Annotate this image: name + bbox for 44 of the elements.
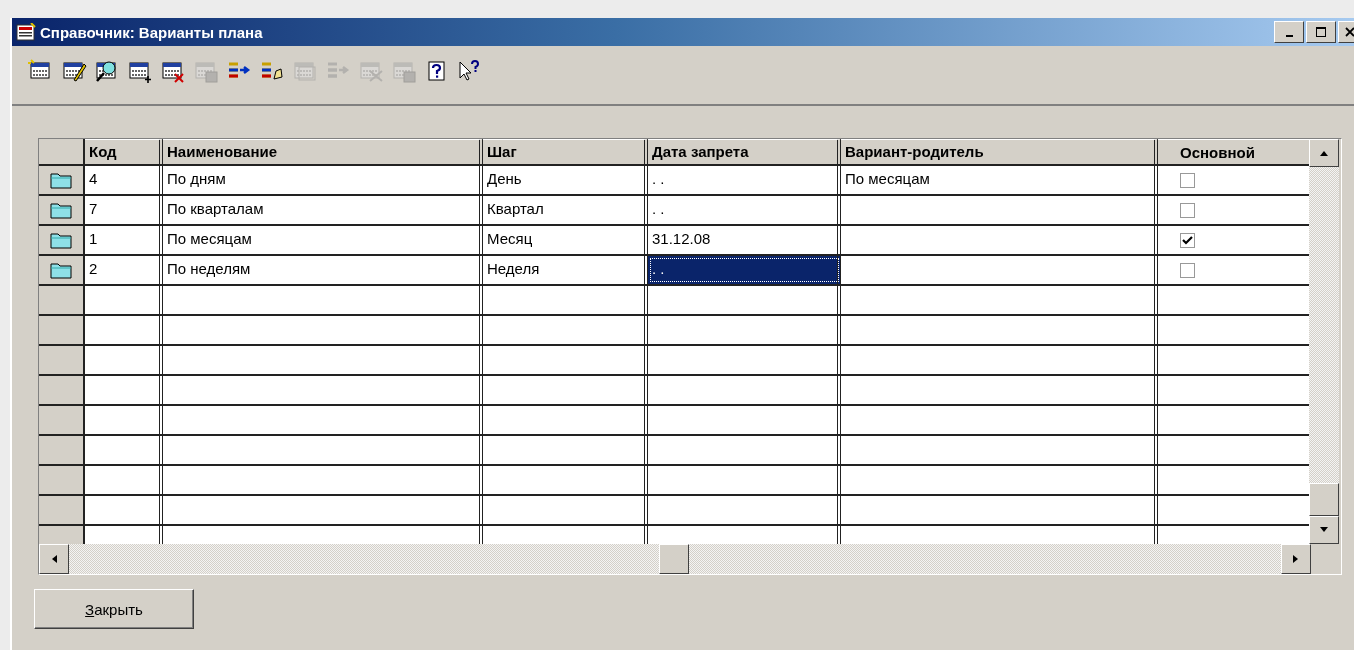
checkbox[interactable] bbox=[1180, 172, 1195, 188]
table-cell: Квартал bbox=[483, 196, 648, 224]
window-title: Справочник: Варианты плана bbox=[40, 23, 263, 41]
table-cell[interactable]: . . bbox=[648, 196, 841, 224]
scroll-right-button[interactable] bbox=[1281, 544, 1311, 574]
caret-right-icon bbox=[1293, 554, 1299, 564]
minimize-button[interactable] bbox=[1274, 21, 1304, 43]
table-cell: По месяцам bbox=[163, 226, 483, 254]
caret-up-icon bbox=[1319, 150, 1329, 156]
table-cell: По месяцам bbox=[841, 166, 1158, 194]
table-cell[interactable]: . . bbox=[648, 256, 841, 284]
column-header[interactable]: Шаг bbox=[483, 139, 648, 164]
folder-icon bbox=[50, 231, 72, 249]
folder-icon bbox=[50, 201, 72, 219]
vertical-scrollbar[interactable] bbox=[1309, 139, 1339, 544]
close-icon bbox=[1345, 27, 1354, 37]
maximize-icon bbox=[1316, 27, 1326, 37]
caret-left-icon bbox=[51, 554, 57, 564]
checkbox[interactable] bbox=[1180, 202, 1195, 218]
maximize-button[interactable] bbox=[1306, 21, 1336, 43]
table-cell: По кварталам bbox=[163, 196, 483, 224]
table-cell: По неделям bbox=[163, 256, 483, 284]
table-cell[interactable]: . . bbox=[648, 166, 841, 194]
scroll-down-button[interactable] bbox=[1309, 516, 1339, 544]
column-header[interactable]: Вариант-родитель bbox=[841, 139, 1158, 164]
close-button[interactable]: Закрыть bbox=[34, 589, 194, 629]
scroll-thumb[interactable] bbox=[659, 544, 689, 574]
checkbox[interactable] bbox=[1180, 262, 1195, 278]
column-header[interactable]: Код bbox=[85, 139, 163, 164]
scrollbar-corner bbox=[1311, 544, 1341, 574]
caret-down-icon bbox=[1319, 527, 1329, 533]
column-header[interactable]: Дата запрета bbox=[648, 139, 841, 164]
checkbox[interactable] bbox=[1180, 232, 1195, 248]
minimize-icon bbox=[1285, 35, 1293, 37]
scroll-thumb[interactable] bbox=[1309, 483, 1339, 516]
scroll-up-button[interactable] bbox=[1309, 139, 1339, 167]
folder-icon bbox=[50, 261, 72, 279]
scroll-left-button[interactable] bbox=[39, 544, 69, 574]
table-cell: По дням bbox=[163, 166, 483, 194]
window-icon bbox=[16, 23, 36, 41]
table-cell: День bbox=[483, 166, 648, 194]
column-header[interactable]: Наименование bbox=[163, 139, 483, 164]
folder-icon bbox=[50, 171, 72, 189]
horizontal-scrollbar[interactable] bbox=[39, 544, 1341, 574]
